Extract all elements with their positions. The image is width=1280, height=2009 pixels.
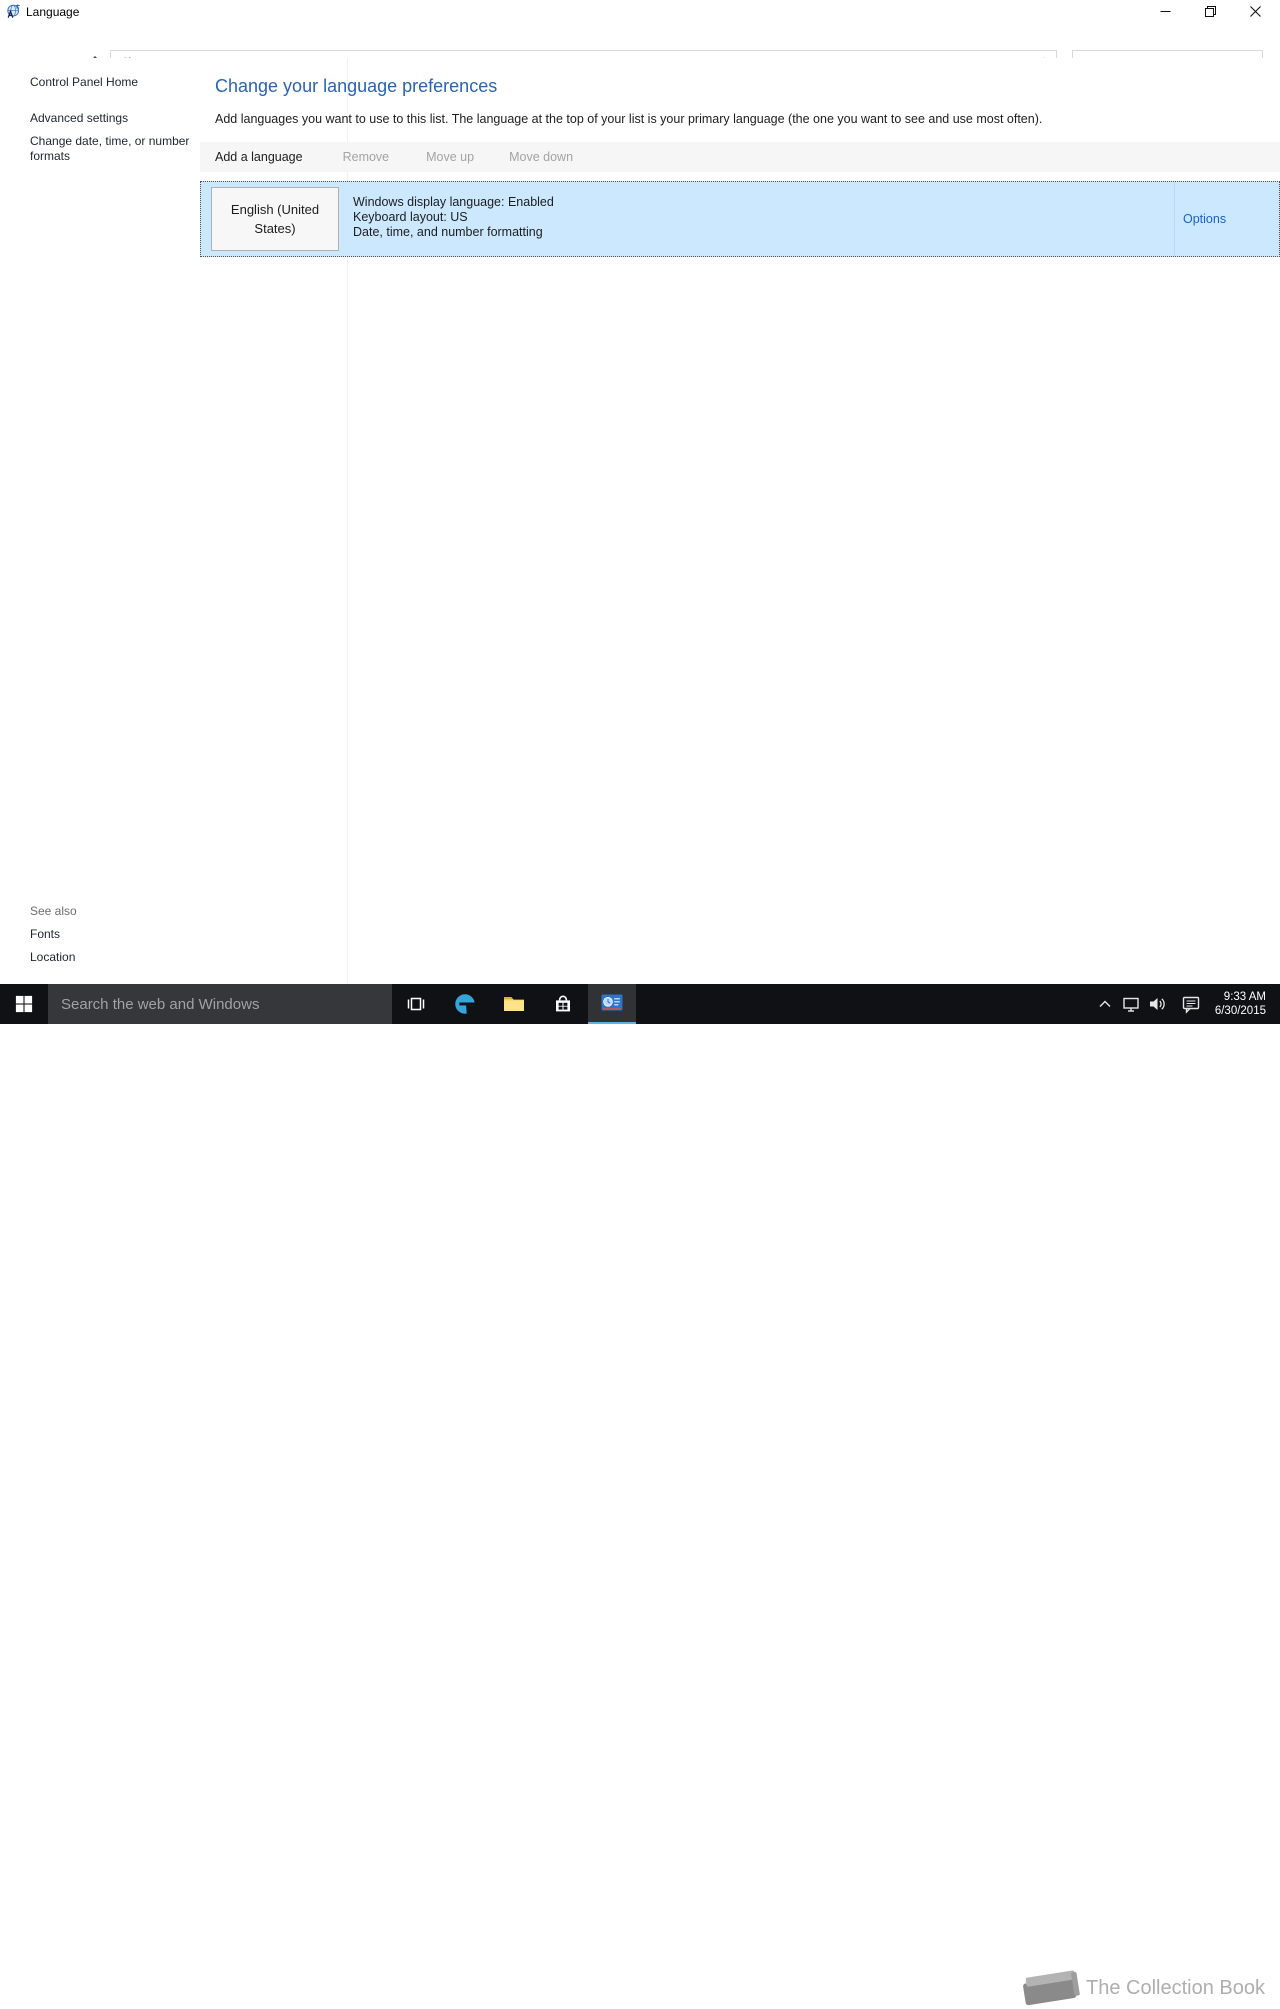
- minimize-button[interactable]: [1143, 0, 1188, 23]
- chevron-up-icon: [1099, 1000, 1111, 1007]
- minimize-icon: [1160, 11, 1171, 12]
- sidebar-link-location[interactable]: Location: [30, 950, 75, 964]
- move-down-button[interactable]: Move down: [509, 150, 573, 164]
- network-ethernet-icon: [1123, 997, 1139, 1012]
- move-up-button[interactable]: Move up: [426, 150, 474, 164]
- task-view-icon: [407, 997, 425, 1011]
- action-center-icon: [1182, 996, 1200, 1014]
- close-button[interactable]: [1233, 0, 1278, 23]
- restore-icon: [1205, 6, 1216, 17]
- book-watermark-icon: [1023, 1970, 1080, 2006]
- taskbar: The Collection Book Search the web and W…: [0, 984, 1280, 2006]
- edge-browser-button[interactable]: [441, 984, 489, 1024]
- show-hidden-icons-button[interactable]: [1092, 984, 1118, 1024]
- language-toolbar: Add a language Remove Move up Move down: [200, 142, 1280, 172]
- taskbar-search-placeholder: Search the web and Windows: [61, 995, 260, 1013]
- options-link[interactable]: Options: [1183, 212, 1226, 226]
- options-divider: [1174, 182, 1175, 256]
- file-explorer-button[interactable]: [490, 984, 538, 1024]
- window-body: Control Panel Home Advanced settings Cha…: [0, 58, 1280, 984]
- see-also-header: See also: [30, 904, 77, 918]
- language-app-icon: [7, 4, 20, 18]
- close-icon: [1250, 6, 1261, 17]
- taskbar-search[interactable]: Search the web and Windows: [48, 984, 392, 1024]
- start-button[interactable]: [0, 984, 48, 1024]
- page-description: Add languages you want to use to this li…: [215, 112, 1043, 126]
- clock-date: 6/30/2015: [1214, 1005, 1266, 1017]
- sidebar-link-change-date-time[interactable]: Change date, time, or number formats: [30, 134, 205, 164]
- task-view-button[interactable]: [392, 984, 440, 1024]
- title-bar: Language: [0, 0, 1280, 23]
- language-app-taskbar-button[interactable]: [588, 984, 636, 1024]
- remove-button[interactable]: Remove: [343, 150, 390, 164]
- window-title: Language: [26, 5, 80, 19]
- store-bag-icon: [556, 995, 570, 1012]
- language-name-box: English (United States): [211, 187, 339, 251]
- sidebar-link-fonts[interactable]: Fonts: [30, 927, 60, 941]
- watermark: The Collection Book: [1018, 1968, 1280, 2008]
- language-detail-display: Windows display language: Enabled: [353, 195, 554, 209]
- window-controls: [1143, 0, 1278, 23]
- folder-icon: [504, 997, 524, 1011]
- clock-time: 9:33 AM: [1223, 991, 1266, 1003]
- region-language-icon: [601, 994, 623, 1011]
- restore-button[interactable]: [1188, 0, 1233, 23]
- edge-icon: [455, 994, 475, 1014]
- add-language-button[interactable]: Add a language: [215, 150, 303, 164]
- language-detail-keyboard: Keyboard layout: US: [353, 210, 468, 224]
- windows-logo-icon: [15, 995, 33, 1013]
- volume-tray-button[interactable]: [1144, 984, 1170, 1024]
- sidebar-link-advanced-settings[interactable]: Advanced settings: [30, 111, 128, 125]
- language-detail-formatting: Date, time, and number formatting: [353, 225, 543, 239]
- speaker-icon: [1150, 998, 1165, 1010]
- action-center-button[interactable]: [1178, 984, 1204, 1024]
- store-button[interactable]: [539, 984, 587, 1024]
- language-name: English (United States): [230, 202, 320, 236]
- language-list-item-selected[interactable]: English (United States) Windows display …: [200, 181, 1280, 257]
- navigation-bar: Control Panel All Control Panel Items La…: [0, 23, 1280, 77]
- page-title: Change your language preferences: [215, 76, 498, 96]
- taskbar-clock[interactable]: 9:33 AM 6/30/2015: [1215, 984, 1266, 1024]
- network-tray-button[interactable]: [1118, 984, 1144, 1024]
- sidebar-link-control-panel-home[interactable]: Control Panel Home: [30, 75, 138, 89]
- watermark-text: The Collection Book: [1086, 1976, 1265, 1999]
